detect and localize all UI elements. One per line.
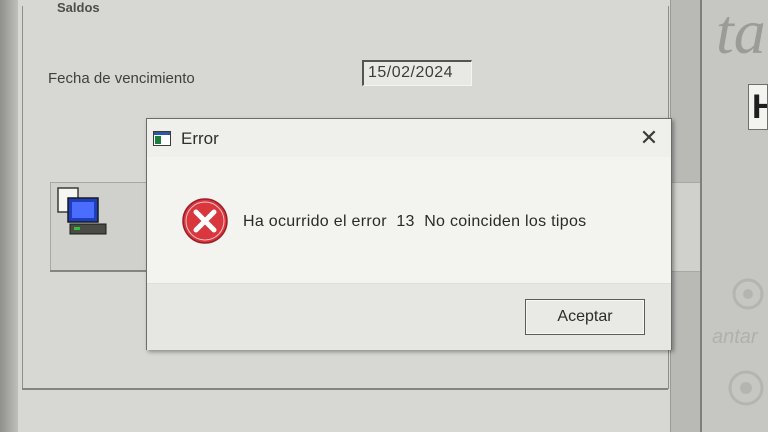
dialog-title: Error: [181, 129, 219, 148]
close-button[interactable]: ✕: [635, 125, 663, 151]
right-panel-logo-text: ta: [716, 0, 766, 67]
app-window-icon: [153, 131, 171, 146]
right-panel-button[interactable]: H: [748, 84, 768, 130]
error-message: Ha ocurrido el error 13 No coinciden los…: [243, 213, 587, 230]
dialog-titlebar[interactable]: Error ✕: [147, 119, 671, 157]
aceptar-button[interactable]: Aceptar: [525, 299, 645, 335]
bottom-separator-line: [22, 388, 668, 390]
group-title: Saldos: [53, 0, 104, 15]
background-left-edge: [0, 0, 20, 432]
computer-terminal-icon: [57, 187, 107, 235]
fecha-vencimiento-label: Fecha de vencimiento: [48, 70, 195, 87]
right-panel-watermark-text: antar: [712, 326, 758, 348]
close-icon: ✕: [639, 125, 659, 150]
fecha-vencimiento-input[interactable]: 15/02/2024: [362, 60, 472, 86]
error-dialog: Error ✕ Ha ocurrido el error 13 No coinc…: [146, 118, 672, 350]
error-x-icon: [182, 198, 228, 244]
